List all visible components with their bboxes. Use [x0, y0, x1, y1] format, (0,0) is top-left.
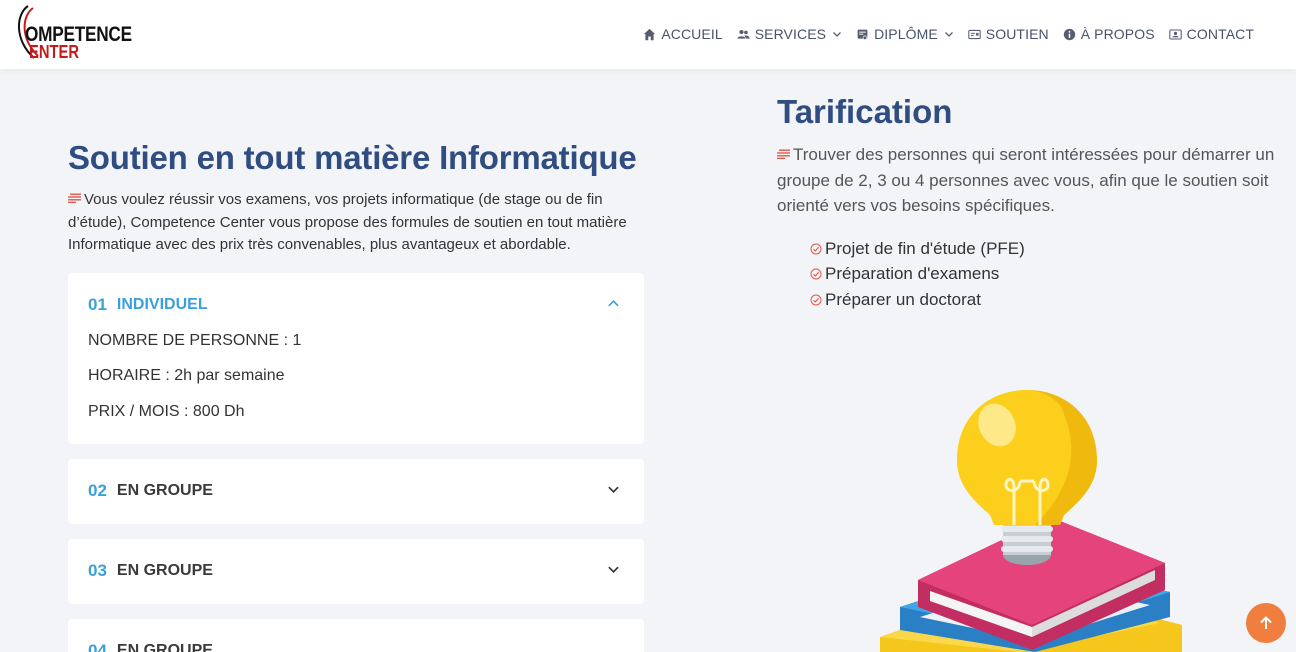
- nav-services[interactable]: SERVICES: [737, 26, 842, 42]
- navbar: OMPETENCE ENTER ACCUEIL SERVICES DIPLÔME…: [0, 0, 1296, 69]
- accordion-title: EN GROUPE: [116, 562, 213, 579]
- lightbulb-books-illustration: [880, 390, 1182, 652]
- accordion-item-groupe-04[interactable]: 04 EN GROUPE: [68, 619, 644, 652]
- accordion-header[interactable]: 02 EN GROUPE: [88, 481, 213, 501]
- nav-soutien[interactable]: SOUTIEN: [968, 26, 1049, 42]
- accordion-item-individuel[interactable]: 01 INDIVIDUEL NOMBRE DE PERSONNE : 1 HOR…: [68, 273, 644, 444]
- nav-label: CONTACT: [1186, 26, 1254, 42]
- detail-prix: PRIX / MOIS : 800 Dh: [88, 403, 245, 420]
- chevron-down-icon[interactable]: [607, 483, 620, 496]
- accordion-header[interactable]: 04 EN GROUPE: [88, 641, 213, 652]
- diploma-icon: [857, 29, 868, 40]
- detail-nombre-personne: NOMBRE DE PERSONNE : 1: [88, 332, 302, 349]
- arrow-up-icon: [1260, 616, 1272, 629]
- accordion-item-groupe-02[interactable]: 02 EN GROUPE: [68, 459, 644, 524]
- check-circle-icon: [810, 294, 822, 306]
- list-item-label: Préparer un doctorat: [825, 289, 981, 309]
- contact-icon: [1168, 29, 1182, 39]
- list-item: Préparer un doctorat: [810, 287, 1025, 313]
- list-item: Projet de fin d'étude (PFE): [810, 236, 1025, 262]
- nav-label: SOUTIEN: [985, 26, 1049, 42]
- chevron-down-icon: [833, 32, 842, 37]
- nav-accueil[interactable]: ACCUEIL: [643, 26, 723, 42]
- nav-label: À PROPOS: [1080, 26, 1155, 42]
- tarification-list: Projet de fin d'étude (PFE) Préparation …: [810, 236, 1025, 313]
- tarification-text-content: Trouver des personnes qui seront intéres…: [777, 145, 1275, 215]
- users-icon: [737, 29, 750, 39]
- accordion-title: EN GROUPE: [116, 482, 213, 499]
- nav-a-propos[interactable]: À PROPOS: [1063, 26, 1155, 42]
- logo[interactable]: OMPETENCE ENTER: [14, 2, 144, 64]
- lines-icon: [777, 149, 790, 159]
- home-icon: [644, 28, 656, 40]
- nav-label: ACCUEIL: [661, 26, 723, 42]
- accordion-item-groupe-03[interactable]: 03 EN GROUPE: [68, 539, 644, 604]
- tarification-title: Tarification: [777, 93, 953, 130]
- accordion-title: EN GROUPE: [116, 642, 213, 652]
- nav-label: SERVICES: [754, 26, 827, 42]
- list-item-label: Préparation d'examens: [825, 264, 1000, 284]
- accordion-number: 02: [88, 481, 107, 500]
- nav-contact[interactable]: CONTACT: [1168, 26, 1254, 42]
- main-nav: ACCUEIL SERVICES DIPLÔME SOUTIEN À PROPO…: [629, 26, 1254, 42]
- list-item: Préparation d'examens: [810, 262, 1025, 288]
- check-circle-icon: [810, 243, 822, 255]
- chevron-up-icon[interactable]: [607, 297, 620, 310]
- accordion-title: INDIVIDUEL: [116, 296, 208, 313]
- intro-text: Vous voulez réussir vos examens, vos pro…: [68, 189, 658, 257]
- id-card-icon: [968, 29, 981, 39]
- check-circle-icon: [810, 268, 822, 280]
- accordion-number: 01: [88, 295, 107, 314]
- chevron-down-icon[interactable]: [607, 563, 620, 576]
- chevron-down-icon: [944, 32, 953, 37]
- intro-text-content: Vous voulez réussir vos examens, vos pro…: [68, 191, 627, 253]
- nav-label: DIPLÔME: [874, 26, 938, 42]
- tarification-text: Trouver des personnes qui seront intéres…: [777, 142, 1287, 219]
- list-item-label: Projet de fin d'étude (PFE): [825, 238, 1025, 258]
- page-title: Soutien en tout matière Informatique: [68, 139, 637, 176]
- info-icon: [1063, 28, 1075, 40]
- scroll-to-top-button[interactable]: [1246, 603, 1286, 643]
- accordion-header[interactable]: 03 EN GROUPE: [88, 561, 213, 581]
- logo-text-center: ENTER: [29, 42, 80, 62]
- nav-diplome[interactable]: DIPLÔME: [856, 26, 954, 42]
- detail-horaire: HORAIRE : 2h par semaine: [88, 367, 285, 384]
- accordion-number: 04: [88, 641, 107, 652]
- accordion-header[interactable]: 01 INDIVIDUEL: [88, 295, 208, 315]
- lines-icon: [68, 193, 81, 203]
- accordion-number: 03: [88, 561, 107, 580]
